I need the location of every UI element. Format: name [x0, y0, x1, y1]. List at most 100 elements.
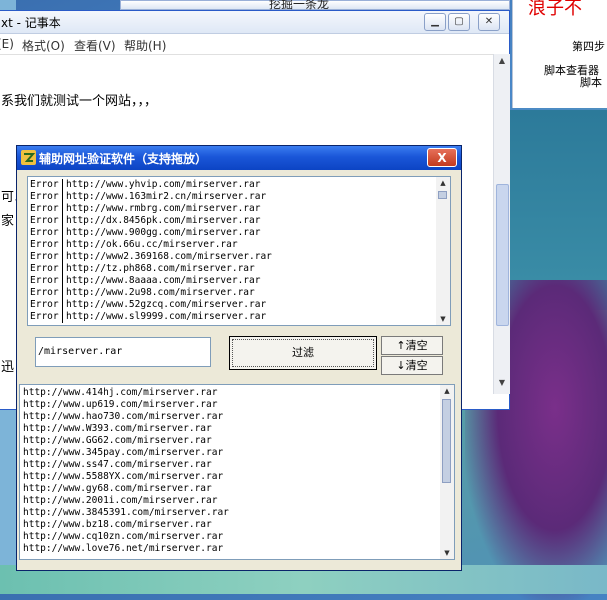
status-row[interactable]: Error http://www.8aaaa.com/mirserver.rar — [28, 275, 436, 287]
right-window-line: 脚本 — [580, 76, 602, 89]
status-cell: Error — [30, 179, 59, 190]
status-row[interactable]: Error http://www.52gzcq.com/mirserver.rar — [28, 299, 436, 311]
menu-view[interactable]: 查看(V) — [74, 37, 116, 54]
url-cell: http://www.sl9999.com/mirserver.rar — [66, 311, 267, 322]
menu-edit[interactable]: (E) — [0, 37, 14, 51]
status-list-scrollbar[interactable]: ▲ ▼ — [436, 177, 450, 325]
status-row[interactable]: Error http://www2.369168.com/mirserver.ra… — [28, 251, 436, 263]
app-icon — [21, 150, 36, 165]
status-row[interactable]: Error http://www.sl9999.com/mirserver.rar — [28, 311, 436, 323]
status-cell: Error — [30, 287, 59, 298]
status-cell: Error — [30, 227, 59, 238]
scroll-down-icon[interactable]: ▼ — [440, 547, 454, 559]
focus-rectangle — [232, 339, 374, 367]
url-list-item[interactable]: http://www.love76.net/mirserver.rar — [20, 543, 440, 555]
status-row[interactable]: Error http://ok.66u.cc/mirserver.rar — [28, 239, 436, 251]
scroll-thumb[interactable] — [442, 399, 451, 483]
url-list-item[interactable]: http://www.cq10zn.com/mirserver.rar — [20, 531, 440, 543]
column-divider — [62, 203, 63, 215]
url-cell: http://ok.66u.cc/mirserver.rar — [66, 239, 238, 250]
status-row[interactable]: Error http://www.rmbrg.com/mirserver.rar — [28, 203, 436, 215]
url-list-item[interactable]: http://www.5588YX.com/mirserver.rar — [20, 471, 440, 483]
column-divider — [62, 227, 63, 239]
dialog-titlebar[interactable]: 辅助网址验证软件（支持拖放） X — [17, 146, 461, 170]
url-cell: http://dx.8456pk.com/mirserver.rar — [66, 215, 261, 226]
filter-input[interactable]: /mirserver.rar — [35, 337, 211, 367]
url-cell: http://www.52gzcq.com/mirserver.rar — [66, 299, 267, 310]
notepad-line: 系我们就测试一个网站，，， — [1, 94, 158, 109]
url-cell: http://www.yhvip.com/mirserver.rar — [66, 179, 261, 190]
status-cell: Error — [30, 311, 59, 322]
url-list-item[interactable]: http://www.345pay.com/mirserver.rar — [20, 447, 440, 459]
url-list-item[interactable]: http://www.up619.com/mirserver.rar — [20, 399, 440, 411]
clear-up-button[interactable]: ↑清空 — [381, 336, 443, 355]
scroll-up-icon[interactable]: ▲ — [440, 385, 454, 397]
url-validator-dialog[interactable]: 辅助网址验证软件（支持拖放） X Error http://www.yhvip.c… — [16, 145, 462, 571]
url-list-item[interactable]: http://www.bz18.com/mirserver.rar — [20, 519, 440, 531]
menu-format[interactable]: 格式(O) — [22, 37, 65, 54]
column-divider — [62, 191, 63, 203]
maximize-button[interactable]: ▢ — [448, 13, 470, 31]
column-divider — [62, 239, 63, 251]
url-list-item[interactable]: http://www.hao730.com/mirserver.rar — [20, 411, 440, 423]
url-list-item[interactable]: http://www.GG62.com/mirserver.rar — [20, 435, 440, 447]
column-divider — [62, 179, 63, 191]
status-cell: Error — [30, 275, 59, 286]
column-divider — [62, 287, 63, 299]
url-list-item[interactable]: http://www.2001i.com/mirserver.rar — [20, 495, 440, 507]
status-row[interactable]: Error http://dx.8456pk.com/mirserver.rar — [28, 215, 436, 227]
status-row[interactable]: Error http://www.163mir2.cn/mirserver.rar — [28, 191, 436, 203]
scroll-down-icon[interactable]: ▼ — [496, 378, 508, 390]
url-cell: http://www2.369168.com/mirserver.rar — [66, 251, 272, 262]
notepad-title: xt - 记事本 — [1, 16, 61, 30]
url-list-item[interactable]: http://www.3845391.com/mirserver.rar — [20, 507, 440, 519]
notepad-menubar: (E) 格式(O) 查看(V) 帮助(H) — [0, 34, 509, 55]
scroll-up-icon[interactable]: ▲ — [436, 177, 450, 189]
url-list-item[interactable]: http://www.ss47.com/mirserver.rar — [20, 459, 440, 471]
scroll-thumb[interactable] — [438, 191, 447, 199]
status-cell: Error — [30, 203, 59, 214]
status-cell: Error — [30, 251, 59, 262]
url-cell: http://www.8aaaa.com/mirserver.rar — [66, 275, 261, 286]
column-divider — [62, 215, 63, 227]
status-row[interactable]: Error http://www.2u98.com/mirserver.rar — [28, 287, 436, 299]
status-cell: Error — [30, 239, 59, 250]
close-button[interactable]: ✕ — [478, 13, 500, 31]
url-cell: http://www.900gg.com/mirserver.rar — [66, 227, 261, 238]
url-list-scrollbar[interactable]: ▲ ▼ — [440, 385, 454, 559]
status-cell: Error — [30, 299, 59, 310]
url-cell: http://www.163mir2.cn/mirserver.rar — [66, 191, 267, 202]
menu-help[interactable]: 帮助(H) — [124, 37, 166, 54]
url-list-item[interactable]: http://www.414hj.com/mirserver.rar — [20, 387, 440, 399]
url-list-item[interactable]: http://www.W393.com/mirserver.rar — [20, 423, 440, 435]
status-cell: Error — [30, 191, 59, 202]
notepad-scrollbar[interactable]: ▲ ▼ — [493, 54, 510, 394]
dialog-title: 辅助网址验证软件（支持拖放） — [39, 152, 208, 166]
url-cell: http://www.rmbrg.com/mirserver.rar — [66, 203, 261, 214]
status-cell: Error — [30, 215, 59, 226]
scroll-thumb[interactable] — [496, 184, 509, 326]
column-divider — [62, 299, 63, 311]
column-divider — [62, 275, 63, 287]
dialog-close-button[interactable]: X — [427, 148, 457, 167]
column-divider — [62, 263, 63, 275]
filter-button[interactable]: 过滤 — [229, 336, 377, 370]
notepad-line: 家 — [1, 214, 15, 229]
notepad-titlebar[interactable]: xt - 记事本 ▁ ▢ ✕ — [0, 11, 509, 34]
status-row[interactable]: Error http://www.900gg.com/mirserver.rar — [28, 227, 436, 239]
url-list[interactable]: http://www.414hj.com/mirserver.rar http:/… — [19, 384, 455, 560]
background-window-titlebar[interactable]: 挖掘一条龙 — [120, 0, 510, 11]
minimize-button[interactable]: ▁ — [424, 13, 446, 31]
url-list-item[interactable]: http://www.gy68.com/mirserver.rar — [20, 483, 440, 495]
scroll-up-icon[interactable]: ▲ — [496, 56, 508, 68]
status-row[interactable]: Error http://www.yhvip.com/mirserver.rar — [28, 179, 436, 191]
url-cell: http://www.2u98.com/mirserver.rar — [66, 287, 255, 298]
column-divider — [62, 251, 63, 263]
status-row[interactable]: Error http://tz.ph868.com/mirserver.rar — [28, 263, 436, 275]
scroll-down-icon[interactable]: ▼ — [436, 313, 450, 325]
clear-down-button[interactable]: ↓清空 — [381, 356, 443, 375]
right-window-line: 第四步 — [572, 40, 605, 53]
column-divider — [62, 311, 63, 323]
status-list[interactable]: Error http://www.yhvip.com/mirserver.rar E… — [27, 176, 451, 326]
status-cell: Error — [30, 263, 59, 274]
